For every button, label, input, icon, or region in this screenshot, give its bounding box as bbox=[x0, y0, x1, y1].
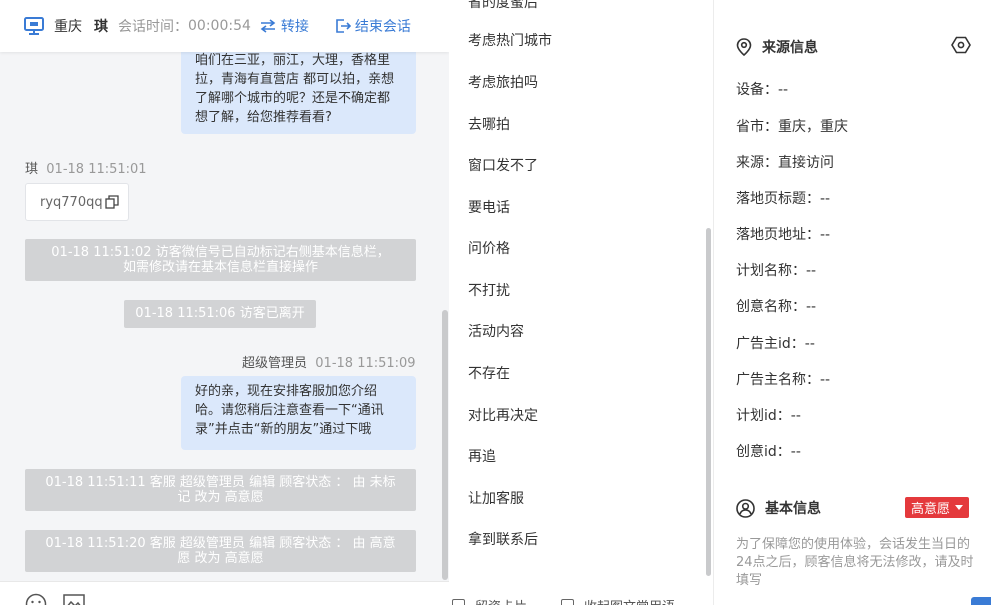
chat-header: 重庆 琪 会话时间： 00:00:54 转接 结束会话 bbox=[0, 0, 449, 52]
source-field-landing-title: 落地页标题：-- bbox=[736, 191, 831, 207]
quick-reply-item[interactable]: 让加客服 bbox=[468, 488, 524, 508]
transfer-icon bbox=[260, 19, 276, 33]
source-field-plan-id: 计划id：-- bbox=[736, 408, 801, 424]
monitor-icon bbox=[24, 17, 44, 35]
quick-reply-item[interactable]: 不存在 bbox=[468, 363, 510, 383]
image-icon[interactable] bbox=[63, 593, 85, 605]
quick-reply-item[interactable]: 对比再决定 bbox=[468, 405, 538, 425]
quick-reply-scrollbar[interactable] bbox=[706, 228, 711, 576]
system-message-line: 01-18 11:51:20 客服 超级管理员 编辑 顾客状态 ： 由 高意 bbox=[45, 536, 396, 551]
source-field-source: 来源：直接访问 bbox=[736, 155, 834, 171]
quick-reply-item[interactable]: 再追 bbox=[468, 446, 496, 466]
system-message-line: 记 改为 高意愿 bbox=[177, 490, 264, 505]
settings-icon[interactable] bbox=[951, 36, 971, 54]
quick-reply-panel: 省的度蜜后 考虑热门城市 考虑旅拍吗 去哪拍 窗口发不了 要电话 问价格 不打扰… bbox=[449, 0, 714, 605]
caret-down-icon bbox=[955, 505, 964, 510]
user-icon bbox=[736, 498, 755, 518]
agent-message-bubble: 咱们在三亚，丽江，大理，香格里拉，青海有直营店 都可以拍，亲想了解哪个城市的呢？… bbox=[181, 45, 416, 134]
system-message: 01-18 11:51:11 客服 超级管理员 编辑 顾客状态 ： 由 未标 记… bbox=[25, 469, 416, 511]
chat-toolbar bbox=[0, 581, 449, 605]
quick-reply-item[interactable]: 窗口发不了 bbox=[468, 155, 538, 175]
lead-card-button[interactable]: 留资卡片 bbox=[452, 596, 527, 605]
exit-icon bbox=[336, 19, 351, 33]
visitor-message-bubble[interactable]: ryq770qq bbox=[25, 183, 129, 221]
message-time: 01-18 11:51:09 bbox=[315, 356, 416, 371]
source-field-advertiser-name: 广告主名称：-- bbox=[736, 372, 831, 388]
quick-reply-item[interactable]: 考虑热门城市 bbox=[468, 30, 552, 50]
system-message: 01-18 11:51:06 访客已离开 bbox=[124, 300, 316, 328]
basic-info-title-text: 基本信息 bbox=[765, 501, 821, 517]
quick-reply-footer: 留资卡片 收起图文常用语 bbox=[449, 592, 713, 605]
visitor-name: 琪 bbox=[94, 19, 108, 35]
end-session-label: 结束会话 bbox=[354, 19, 411, 35]
system-message: 01-18 11:51:20 客服 超级管理员 编辑 顾客状态 ： 由 高意 愿… bbox=[25, 530, 416, 572]
card-icon bbox=[452, 599, 465, 605]
agent-message-bubble: 好的亲，现在安排客服加您介绍哈。请您稍后注意查看一下“通讯录”并点击“新的朋友”… bbox=[181, 376, 416, 450]
system-message-line: 01-18 11:51:11 客服 超级管理员 编辑 顾客状态 ： 由 未标 bbox=[45, 475, 396, 490]
quick-reply-item[interactable]: 问价格 bbox=[468, 238, 510, 258]
transfer-button[interactable]: 转接 bbox=[259, 16, 309, 36]
system-message: 01-18 11:51:02 访客微信号已自动标记右侧基本信息栏， 如需修改请在… bbox=[25, 239, 416, 281]
basic-info-title: 基本信息 bbox=[736, 498, 821, 518]
visitor-city: 重庆 bbox=[54, 19, 82, 35]
info-panel: 来源信息 设备：-- 省市：重庆，重庆 来源：直接访问 落地页标题：-- 落地页… bbox=[715, 0, 991, 605]
customer-status-dropdown[interactable]: 高意愿 bbox=[905, 497, 970, 518]
basic-info-note: 为了保障您的使用体验，会话发生当日的24点之后，顾客信息将无法修改，请及时填写 bbox=[736, 537, 974, 588]
source-field-plan-name: 计划名称：-- bbox=[736, 263, 817, 279]
visitor-message-meta: 琪 01-18 11:51:01 bbox=[25, 158, 147, 177]
message-time: 01-18 11:51:01 bbox=[46, 162, 147, 177]
emoji-icon[interactable] bbox=[25, 593, 47, 605]
customer-status-value: 高意愿 bbox=[911, 502, 951, 517]
quick-reply-item[interactable]: 要电话 bbox=[468, 197, 510, 217]
source-info-title: 来源信息 bbox=[736, 37, 818, 57]
lead-card-label: 留资卡片 bbox=[475, 596, 527, 605]
system-message-line: 愿 改为 高意愿 bbox=[177, 551, 264, 566]
quick-reply-item[interactable]: 不打扰 bbox=[468, 280, 510, 300]
source-info-title-text: 来源信息 bbox=[762, 40, 818, 56]
collapse-icon bbox=[561, 599, 574, 605]
quick-reply-item[interactable]: 去哪拍 bbox=[468, 114, 510, 134]
chat-scrollbar[interactable] bbox=[442, 310, 448, 580]
source-field-device: 设备：-- bbox=[736, 82, 789, 98]
collapse-replies-button[interactable]: 收起图文常用语 bbox=[561, 596, 675, 605]
floating-action-edge[interactable] bbox=[971, 597, 991, 605]
copy-icon[interactable] bbox=[104, 195, 119, 209]
source-field-advertiser-id: 广告主id：-- bbox=[736, 336, 815, 352]
chat-panel: 重庆 琪 会话时间： 00:00:54 转接 结束会话 咱们在三亚，丽江，大理，… bbox=[0, 0, 449, 605]
quick-reply-item[interactable]: 活动内容 bbox=[468, 321, 524, 341]
quick-reply-item[interactable]: 拿到联系后 bbox=[468, 529, 538, 549]
quick-reply-item[interactable]: 考虑旅拍吗 bbox=[468, 72, 538, 92]
session-time: 00:00:54 bbox=[188, 18, 251, 34]
source-field-region: 省市：重庆，重庆 bbox=[736, 119, 848, 135]
source-field-creative-id: 创意id：-- bbox=[736, 444, 801, 460]
agent-message-meta: 超级管理员 01-18 11:51:09 bbox=[242, 352, 416, 371]
location-icon bbox=[736, 38, 752, 56]
session-time-label: 会话时间： bbox=[118, 19, 188, 35]
collapse-replies-label: 收起图文常用语 bbox=[584, 596, 675, 605]
sender-name: 超级管理员 bbox=[242, 356, 308, 371]
end-session-button[interactable]: 结束会话 bbox=[335, 16, 411, 36]
transfer-label: 转接 bbox=[280, 19, 309, 35]
visitor-message-text: ryq770qq bbox=[40, 194, 103, 210]
system-message-line: 如需修改请在基本信息栏直接操作 bbox=[122, 260, 318, 275]
quick-reply-item[interactable]: 省的度蜜后 bbox=[468, 0, 538, 12]
sender-name: 琪 bbox=[25, 162, 39, 177]
system-message-line: 01-18 11:51:02 访客微信号已自动标记右侧基本信息栏， bbox=[51, 245, 390, 260]
source-field-landing-url: 落地页地址：-- bbox=[736, 227, 831, 243]
source-field-creative-name: 创意名称：-- bbox=[736, 299, 817, 315]
